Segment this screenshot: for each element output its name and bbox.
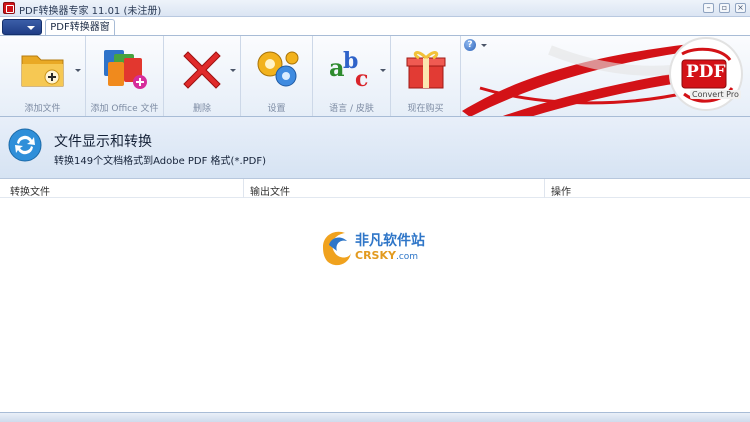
header-title: 文件显示和转换 [54,134,152,150]
watermark-logo: 非凡软件站 CRSKY.com [319,227,431,269]
delete-dropdown-arrow[interactable] [230,69,236,72]
maximize-button[interactable]: ▫ [719,3,730,13]
file-display-header: 文件显示和转换 转换149个文档格式到Adobe PDF 格式(*.PDF) [0,117,750,179]
gift-icon [406,51,445,89]
settings-button[interactable]: 设置 [241,36,313,116]
svg-text:c: c [355,66,368,92]
logo-pdf-text: PDF [686,62,726,82]
office-files-icon [103,50,147,89]
logo-caption: Convert Pro [690,90,741,99]
watermark-brand: CRSKY [355,249,396,262]
settings-label: 设置 [267,104,286,114]
delete-button[interactable]: 删除 [164,36,241,116]
buy-now-label: 现在购买 [407,104,444,114]
ribbon-toolbar: 添加文件 添加 Office 文件 删除 设置 a b c 语言 / 皮肤 现在… [0,35,750,117]
watermark-chinese: 非凡软件站 [355,233,425,249]
column-action[interactable]: 操作 [551,183,571,198]
abc-icon: a b c [329,48,368,92]
buy-now-button[interactable]: 现在购买 [391,36,461,116]
watermark-emblem-icon [323,231,351,266]
column-output-file[interactable]: 输出文件 [250,183,290,198]
close-button[interactable]: × [735,3,746,13]
help-icon[interactable]: ? [464,39,476,51]
status-bar [0,412,750,422]
add-office-file-label: 添加 Office 文件 [90,104,159,114]
add-file-label: 添加文件 [24,104,61,114]
column-divider[interactable] [544,179,545,198]
add-file-dropdown-arrow[interactable] [75,69,81,72]
file-list-header: 转换文件 输出文件 操作 [0,179,750,198]
add-office-file-button[interactable]: 添加 Office 文件 [86,36,164,116]
minimize-button[interactable]: – [703,3,714,13]
help-dropdown-arrow[interactable] [481,44,487,47]
tab-pdf-converter-window[interactable]: PDF转换器窗口 [45,19,115,49]
title-bar: PDF转换器专家 11.01 (未注册) – ▫ × [0,0,750,17]
delete-label: 删除 [192,104,211,114]
header-subtitle: 转换149个文档格式到Adobe PDF 格式(*.PDF) [54,156,267,167]
add-folder-icon [21,55,63,87]
delete-x-icon [183,51,221,89]
app-menu-button[interactable] [2,19,42,35]
language-skin-label: 语言 / 皮肤 [329,104,374,114]
language-skin-button[interactable]: a b c 语言 / 皮肤 [313,36,391,116]
language-skin-dropdown-arrow[interactable] [380,69,386,72]
watermark-suffix: .com [395,252,419,262]
column-source-file[interactable]: 转换文件 [10,183,50,198]
refresh-convert-icon [8,128,42,162]
add-file-button[interactable]: 添加文件 [0,36,86,116]
app-icon [3,2,15,14]
watermark-english: CRSKY.com [355,249,418,262]
window-title: PDF转换器专家 11.01 (未注册) [19,6,162,17]
column-divider[interactable] [243,179,244,198]
gears-icon [257,51,298,87]
